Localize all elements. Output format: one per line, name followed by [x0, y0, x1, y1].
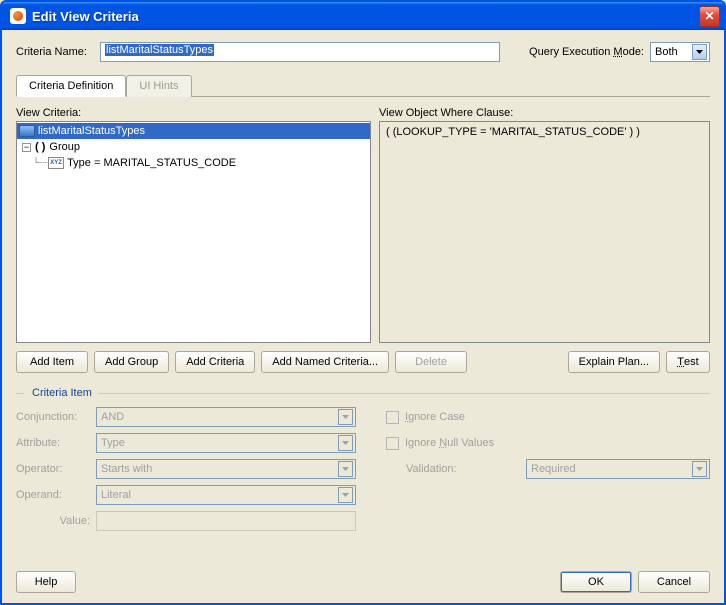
tree-root[interactable]: listMaritalStatusTypes [17, 123, 370, 139]
chevron-down-icon [692, 44, 707, 60]
criteria-item-legend: Criteria Item [32, 387, 92, 399]
view-criteria-panel: View Criteria: listMaritalStatusTypes − … [16, 107, 371, 343]
add-group-button[interactable]: Add Group [94, 351, 169, 373]
tree-leaf-label: Type = MARITAL_STATUS_CODE [67, 157, 236, 169]
group-paren: ( ) [35, 141, 45, 153]
tab-strip: Criteria Definition UI Hints [16, 74, 710, 97]
view-criteria-label: View Criteria: [16, 107, 371, 119]
criteria-tree[interactable]: listMaritalStatusTypes − ( ) Group └┈┈ X… [16, 121, 371, 343]
bottom-bar: Help OK Cancel [16, 563, 710, 593]
query-exec-dropdown[interactable]: Both [650, 42, 710, 62]
ignore-case-label: Ignore Case [405, 411, 465, 423]
app-icon [10, 8, 26, 24]
ignore-null-checkbox [386, 437, 399, 450]
client-area: Criteria Name: listMaritalStatusTypes Qu… [2, 30, 724, 603]
header-row: Criteria Name: listMaritalStatusTypes Qu… [16, 42, 710, 62]
tree-root-label: listMaritalStatusTypes [38, 125, 145, 137]
conjunction-label: Conjunction: [16, 411, 96, 423]
chevron-down-icon [338, 487, 353, 503]
chevron-down-icon [338, 435, 353, 451]
value-input [96, 511, 356, 531]
tree-group[interactable]: − ( ) Group [17, 139, 370, 155]
collapse-icon[interactable]: − [22, 143, 31, 152]
title-bar: Edit View Criteria ✕ [2, 2, 724, 30]
chevron-down-icon [338, 461, 353, 477]
tab-ui-hints[interactable]: UI Hints [126, 75, 191, 97]
explain-plan-button[interactable]: Explain Plan... [568, 351, 660, 373]
chevron-down-icon [338, 409, 353, 425]
close-icon: ✕ [704, 10, 714, 22]
dialog-window: Edit View Criteria ✕ Criteria Name: list… [0, 0, 726, 605]
tab-criteria-definition[interactable]: Criteria Definition [16, 75, 126, 97]
validation-label: Validation: [406, 463, 526, 475]
validation-dropdown: Required [526, 459, 710, 479]
add-named-criteria-button[interactable]: Add Named Criteria... [261, 351, 389, 373]
attribute-dropdown: Type [96, 433, 356, 453]
operator-label: Operator: [16, 463, 96, 475]
query-exec-label: Query Execution Mode: [529, 46, 644, 58]
where-clause-box[interactable]: ( (LOOKUP_TYPE = 'MARITAL_STATUS_CODE' )… [379, 121, 710, 343]
tree-leaf[interactable]: └┈┈ XYZ Type = MARITAL_STATUS_CODE [17, 155, 370, 171]
test-button[interactable]: Test [666, 351, 710, 373]
criteria-buttons: Add Item Add Group Add Criteria Add Name… [16, 351, 710, 373]
query-exec-value: Both [655, 46, 678, 58]
cancel-button[interactable]: Cancel [638, 571, 710, 593]
ignore-null-label: Ignore Null Values [405, 437, 494, 449]
ok-button[interactable]: OK [560, 571, 632, 593]
criteria-name-input[interactable]: listMaritalStatusTypes [100, 42, 500, 62]
operand-dropdown: Literal [96, 485, 356, 505]
criteria-item-form: Conjunction: AND Ignore Case Attribute: … [16, 407, 710, 531]
operand-label: Operand: [16, 489, 96, 501]
operator-dropdown: Starts with [96, 459, 356, 479]
where-clause-text: ( (LOOKUP_TYPE = 'MARITAL_STATUS_CODE' )… [386, 126, 640, 138]
root-icon [19, 125, 35, 137]
value-label: Value: [16, 515, 96, 527]
criteria-name-label: Criteria Name: [16, 46, 94, 58]
close-button[interactable]: ✕ [699, 6, 720, 27]
tab-body: View Criteria: listMaritalStatusTypes − … [16, 97, 710, 593]
help-button[interactable]: Help [16, 571, 76, 593]
leaf-icon: XYZ [48, 157, 64, 169]
add-item-button[interactable]: Add Item [16, 351, 88, 373]
tree-group-label: Group [49, 141, 80, 153]
criteria-name-value: listMaritalStatusTypes [105, 44, 214, 56]
chevron-down-icon [692, 461, 707, 477]
delete-button: Delete [395, 351, 467, 373]
window-title: Edit View Criteria [32, 9, 699, 24]
ignore-case-checkbox [386, 411, 399, 424]
panels: View Criteria: listMaritalStatusTypes − … [16, 107, 710, 343]
tree-connector: └┈┈ [33, 158, 48, 169]
add-criteria-button[interactable]: Add Criteria [175, 351, 255, 373]
attribute-label: Attribute: [16, 437, 96, 449]
where-label: View Object Where Clause: [379, 107, 710, 119]
criteria-item-fieldset: Criteria Item [16, 387, 710, 399]
where-panel: View Object Where Clause: ( (LOOKUP_TYPE… [379, 107, 710, 343]
conjunction-dropdown: AND [96, 407, 356, 427]
